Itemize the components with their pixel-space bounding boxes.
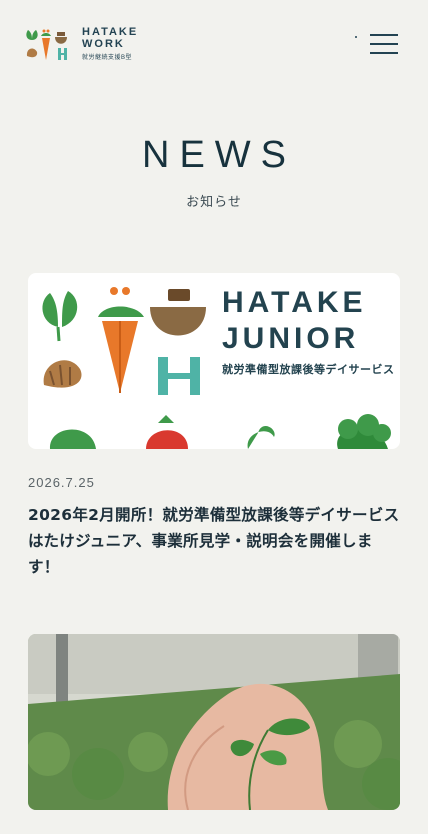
vegetables-logo-icon xyxy=(26,29,67,60)
hatake-junior-illustration-icon xyxy=(42,287,206,449)
news-title[interactable]: 2026年2月開所！就労準備型放課後等デイサービス はたけジュニア、事業所見学・… xyxy=(28,502,400,580)
decorative-dot xyxy=(355,36,357,38)
logo-line-1: HATAKE xyxy=(82,26,139,38)
news-card[interactable] xyxy=(28,634,400,810)
logo-subtitle: 就労継続支援B型 xyxy=(82,55,133,61)
hamburger-icon-bar xyxy=(370,52,398,54)
brand-text: HATAKE JUNIOR 就労準備型放課後等デイサービス xyxy=(222,285,395,377)
brand-line-2: JUNIOR xyxy=(222,322,360,355)
news-date: 2026.7.25 xyxy=(28,475,95,490)
site-logo[interactable]: HATAKE WORK 就労継続支援B型 xyxy=(24,24,136,64)
logo-line-2: WORK xyxy=(82,38,125,50)
leafy-greens-illustration-icon xyxy=(247,414,391,449)
news-thumbnail[interactable] xyxy=(28,634,400,810)
hamburger-icon xyxy=(370,34,398,36)
page-heading: NEWS お知らせ xyxy=(0,134,428,210)
news-thumbnail[interactable]: HATAKE JUNIOR 就労準備型放課後等デイサービス xyxy=(28,273,400,449)
menu-button[interactable] xyxy=(364,30,398,58)
logo-text: HATAKE WORK 就労継続支援B型 xyxy=(82,26,138,61)
site-header: HATAKE WORK 就労継続支援B型 xyxy=(0,0,428,80)
seedling-photo-icon xyxy=(28,634,400,810)
news-card[interactable]: HATAKE JUNIOR 就労準備型放課後等デイサービス 2026.7.25 … xyxy=(28,273,400,580)
page-title: NEWS xyxy=(142,134,296,176)
page-subtitle: お知らせ xyxy=(186,195,242,210)
brand-japanese: 就労準備型放課後等デイサービス xyxy=(222,364,395,376)
brand-line-1: HATAKE xyxy=(222,286,367,319)
hamburger-icon-bar xyxy=(370,43,398,45)
